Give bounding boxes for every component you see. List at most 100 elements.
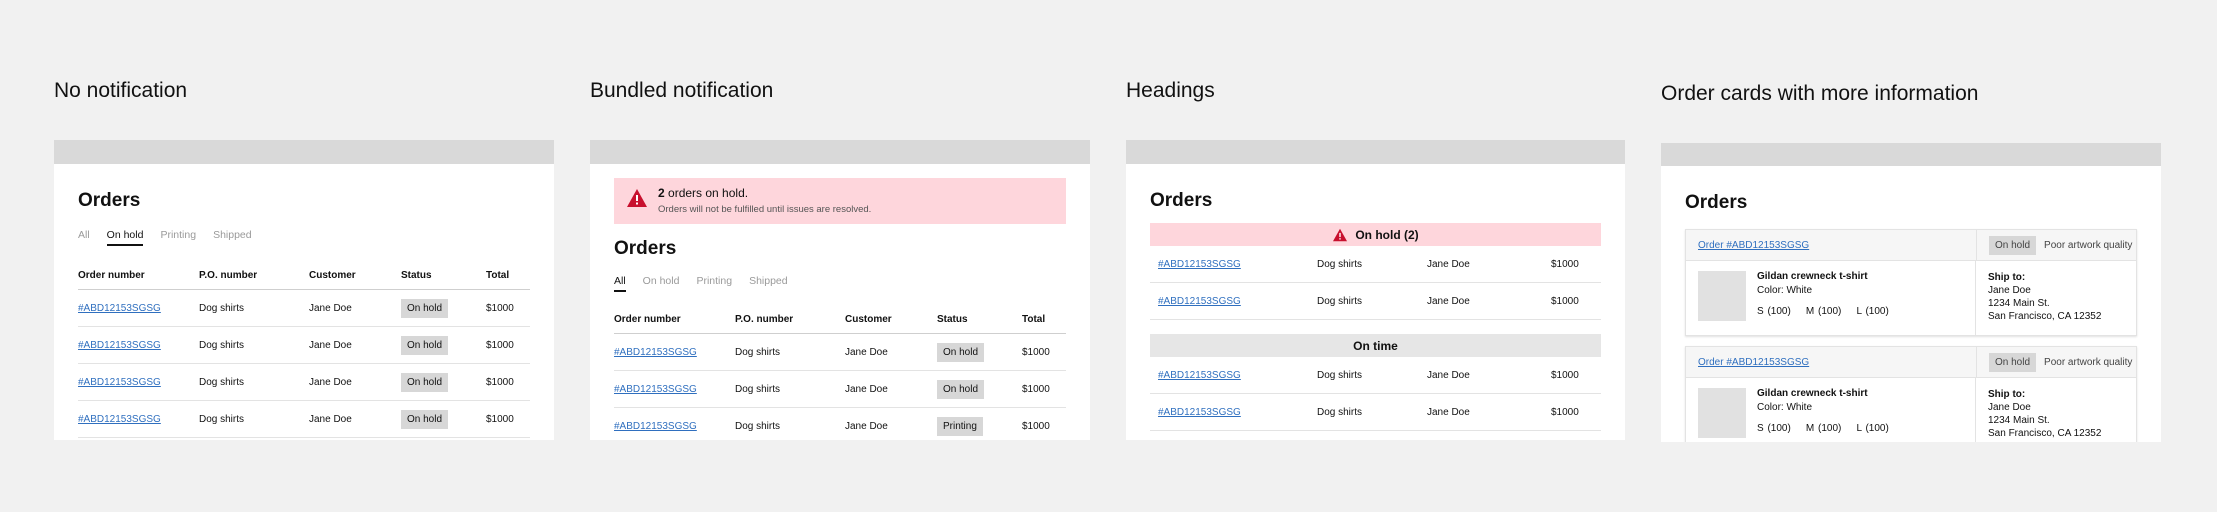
order-link[interactable]: #ABD12153SGSG bbox=[614, 384, 697, 395]
panel-headings: Orders On hold (2) #ABD12153SGSG Dog shi… bbox=[1126, 140, 1625, 440]
order-card[interactable]: Order #ABD12153SGSG On hold Poor artwork… bbox=[1685, 229, 2137, 336]
product-sizes: S (100) M (100) L (100) bbox=[1757, 423, 1889, 434]
order-link[interactable]: #ABD12153SGSG bbox=[614, 347, 697, 358]
table-row[interactable]: #ABD12153SGSG Dog shirts Jane Doe On hol… bbox=[78, 326, 530, 364]
order-link[interactable]: #ABD12153SGSG bbox=[1158, 370, 1241, 381]
tab-shipped[interactable]: Shipped bbox=[213, 229, 252, 246]
total-cell: $1000 bbox=[486, 400, 530, 438]
status-badge: On hold bbox=[1989, 235, 2037, 255]
customer-cell: Jane Doe bbox=[1427, 357, 1551, 394]
header-total: Total bbox=[486, 262, 530, 290]
order-link[interactable]: #ABD12153SGSG bbox=[78, 303, 161, 314]
order-link[interactable]: #ABD12153SGSG bbox=[1158, 259, 1241, 270]
po-cell: Dog shirts bbox=[735, 370, 845, 408]
hold-reason: Poor artwork quality bbox=[2044, 239, 2133, 251]
on-hold-alert: 2 orders on hold. Orders will not be ful… bbox=[614, 178, 1066, 224]
table-row[interactable]: #ABD12153SGSG Dog shirts Jane Doe $1000 bbox=[1150, 393, 1601, 431]
tab-printing[interactable]: Printing bbox=[696, 275, 732, 292]
po-cell: Dog shirts bbox=[199, 400, 309, 438]
ship-to-street: 1234 Main St. bbox=[1988, 298, 2050, 309]
order-link[interactable]: #ABD12153SGSG bbox=[78, 414, 161, 425]
order-tabs: All On hold Printing Shipped bbox=[78, 229, 530, 246]
ship-to-name: Jane Doe bbox=[1988, 402, 2031, 413]
group-heading-label: On time bbox=[1353, 338, 1398, 353]
header-order-number: Order number bbox=[78, 262, 199, 290]
ship-to-label: Ship to: bbox=[1988, 389, 2026, 400]
column-title-headings: Headings bbox=[1126, 79, 1215, 102]
tab-printing[interactable]: Printing bbox=[160, 229, 196, 246]
order-link[interactable]: Order #ABD12153SGSG bbox=[1698, 240, 1809, 251]
po-cell: Dog shirts bbox=[735, 407, 845, 440]
table-row[interactable]: #ABD12153SGSG Dog shirts Jane Doe Printi… bbox=[614, 407, 1066, 440]
status-badge: On hold bbox=[401, 372, 449, 392]
window-bar bbox=[1126, 140, 1625, 164]
header-total: Total bbox=[1022, 306, 1066, 334]
header-po-number: P.O. number bbox=[199, 262, 309, 290]
status-badge: On hold bbox=[937, 342, 985, 362]
ship-to-city: San Francisco, CA 12352 bbox=[1988, 311, 2102, 322]
order-link[interactable]: #ABD12153SGSG bbox=[614, 421, 697, 432]
tab-shipped[interactable]: Shipped bbox=[749, 275, 788, 292]
total-cell: $1000 bbox=[486, 326, 530, 364]
customer-cell: Jane Doe bbox=[845, 333, 937, 371]
customer-cell: Jane Doe bbox=[1427, 246, 1551, 283]
order-link[interactable]: Order #ABD12153SGSG bbox=[1698, 357, 1809, 368]
window-bar bbox=[54, 140, 554, 164]
group-heading-on-time: On time bbox=[1150, 334, 1601, 357]
order-card-body: Gildan crewneck t-shirt Color: White S (… bbox=[1686, 378, 2136, 442]
window-bar bbox=[590, 140, 1090, 164]
group-heading-on-hold: On hold (2) bbox=[1150, 223, 1601, 246]
tab-on-hold[interactable]: On hold bbox=[106, 229, 144, 246]
total-cell: $1000 bbox=[1551, 393, 1601, 431]
ship-to-label: Ship to: bbox=[1988, 272, 2026, 283]
total-cell: $1000 bbox=[486, 289, 530, 327]
order-card-body: Gildan crewneck t-shirt Color: White S (… bbox=[1686, 261, 2136, 335]
order-link[interactable]: #ABD12153SGSG bbox=[1158, 296, 1241, 307]
order-link[interactable]: #ABD12153SGSG bbox=[1158, 407, 1241, 418]
table-row[interactable]: #ABD12153SGSG Dog shirts Jane Doe $1000 bbox=[1150, 282, 1601, 320]
order-card[interactable]: Order #ABD12153SGSG On hold Poor artwork… bbox=[1685, 346, 2137, 442]
header-status: Status bbox=[401, 262, 486, 290]
table-row[interactable]: #ABD12153SGSG Dog shirts Jane Doe On hol… bbox=[614, 333, 1066, 371]
alert-count: 2 bbox=[658, 186, 665, 200]
total-cell: $1000 bbox=[1551, 282, 1601, 320]
customer-cell: Jane Doe bbox=[309, 289, 401, 327]
product-thumbnail bbox=[1698, 271, 1746, 321]
product-name: Gildan crewneck t-shirt bbox=[1757, 388, 1868, 399]
order-link[interactable]: #ABD12153SGSG bbox=[78, 377, 161, 388]
total-cell: $1000 bbox=[1022, 407, 1066, 440]
tab-all[interactable]: All bbox=[614, 275, 626, 292]
tab-all[interactable]: All bbox=[78, 229, 90, 246]
column-title-no-notification: No notification bbox=[54, 79, 188, 102]
header-customer: Customer bbox=[309, 262, 401, 290]
order-card-header: Order #ABD12153SGSG On hold Poor artwork… bbox=[1686, 230, 2136, 261]
table-row[interactable]: #ABD12153SGSG Dog shirts Jane Doe On hol… bbox=[614, 370, 1066, 408]
window-bar bbox=[1661, 143, 2161, 166]
table-row[interactable]: #ABD12153SGSG Dog shirts Jane Doe On hol… bbox=[78, 363, 530, 401]
warning-triangle-icon bbox=[1333, 228, 1348, 241]
table-row[interactable]: #ABD12153SGSG Dog shirts Jane Doe $1000 bbox=[1150, 357, 1601, 394]
panel-order-cards: Orders Order #ABD12153SGSG On hold Poor … bbox=[1661, 143, 2161, 442]
po-cell: Dog shirts bbox=[735, 333, 845, 371]
table-row[interactable]: #ABD12153SGSG Dog shirts Jane Doe On hol… bbox=[78, 289, 530, 327]
tab-on-hold[interactable]: On hold bbox=[643, 275, 680, 292]
header-status: Status bbox=[937, 306, 1022, 334]
po-cell: Dog shirts bbox=[199, 289, 309, 327]
status-badge: On hold bbox=[1989, 352, 2037, 372]
product-color: Color: White bbox=[1757, 402, 1813, 413]
order-tabs: All On hold Printing Shipped bbox=[614, 275, 1066, 292]
customer-cell: Jane Doe bbox=[845, 407, 937, 440]
table-row[interactable]: #ABD12153SGSG Dog shirts Jane Doe On hol… bbox=[78, 400, 530, 438]
orders-title: Orders bbox=[78, 190, 141, 211]
table-row[interactable]: #ABD12153SGSG Dog shirts Jane Doe $1000 bbox=[1150, 246, 1601, 283]
table-header-row: Order number P.O. number Customer Status… bbox=[614, 306, 1066, 334]
header-customer: Customer bbox=[845, 306, 937, 334]
group-heading-label: On hold (2) bbox=[1355, 227, 1419, 242]
warning-triangle-icon bbox=[627, 189, 647, 207]
total-cell: $1000 bbox=[1022, 333, 1066, 371]
product-color: Color: White bbox=[1757, 285, 1813, 296]
ship-to-street: 1234 Main St. bbox=[1988, 415, 2050, 426]
po-cell: Dog shirts bbox=[1317, 393, 1427, 431]
orders-table-on-hold: #ABD12153SGSG Dog shirts Jane Doe $1000 … bbox=[1150, 246, 1601, 320]
order-link[interactable]: #ABD12153SGSG bbox=[78, 340, 161, 351]
